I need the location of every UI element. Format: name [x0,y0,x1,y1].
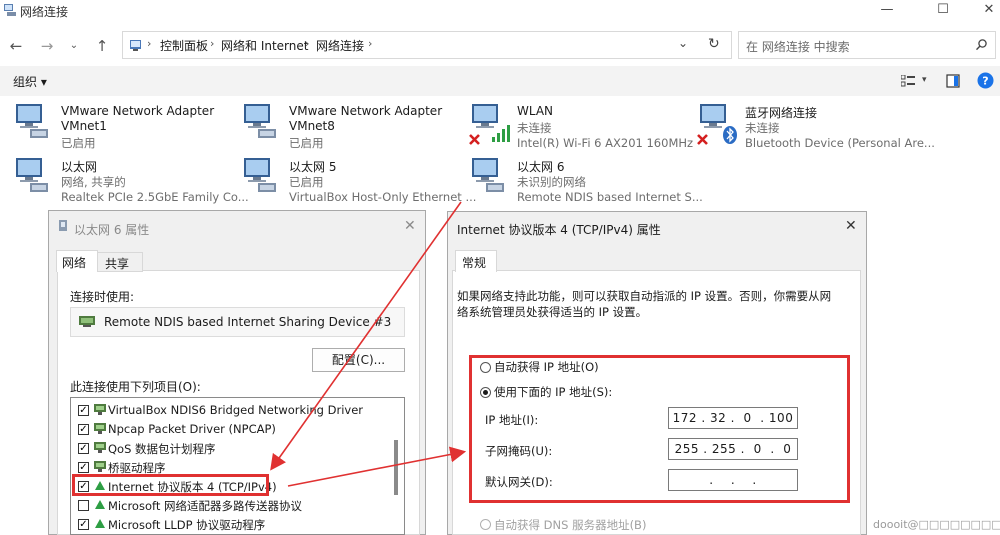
auto-dns-label[interactable]: 自动获得 DNS 服务器地址(B) [494,517,646,533]
connection-name[interactable]: WLAN [517,104,553,118]
items-label: 此连接使用下列项目(O): [70,380,201,394]
connection-name[interactable]: 以太网 6 [517,158,564,175]
adapter-device-icon [79,316,95,327]
highlight-box-ip-settings [469,355,850,503]
connection-device: Realtek PCIe 2.5GbE Family Co... [61,190,249,204]
view-options-icon[interactable] [901,75,915,87]
up-button[interactable]: ↑ [92,36,112,56]
close-dialog-button[interactable]: ✕ [845,218,857,234]
organize-menu[interactable]: 组织 ▾ [13,73,47,90]
network-service-icon [94,442,106,453]
item-checkbox[interactable]: ✓ [78,462,89,473]
adapter-icon [59,220,67,231]
breadcrumb-separator: › [368,37,373,50]
close-window-button[interactable]: ✕ [966,0,1000,22]
address-history-chevron-icon[interactable]: ⌄ [678,36,688,50]
item-checkbox[interactable]: ✓ [78,519,89,530]
help-icon[interactable]: ? [977,72,994,89]
list-item[interactable]: Microsoft LLDP 协议驱动程序 [108,517,265,533]
item-checkbox[interactable]: ✓ [78,443,89,454]
auto-dns-radio[interactable] [480,519,491,530]
svg-text:?: ? [982,75,988,88]
back-button[interactable]: ← [6,36,26,56]
tab-network-label: 网络 [62,256,87,270]
connection-name[interactable]: 以太网 5 [289,158,336,175]
forward-button[interactable]: → [37,36,57,56]
network-service-icon [94,404,106,415]
connection-status: 未连接 [517,121,552,135]
breadcrumb-separator: › [147,37,152,50]
watermark-text: doooit@□□□□□□□□ [873,518,1000,531]
dialog-title: Internet 协议版本 4 (TCP/IPv4) 属性 [457,223,661,237]
search-icon[interactable] [975,38,988,51]
tab-sharing-label: 共享 [105,257,130,271]
dialog-title: 以太网 6 属性 [74,223,150,237]
connection-device: Remote NDIS based Internet S... [517,190,703,204]
connection-status: 已启用 [61,136,96,150]
breadcrumb-network-internet[interactable]: 网络和 Internet [221,37,308,54]
maximize-button[interactable]: ☐ [920,0,966,22]
item-checkbox[interactable]: ✓ [78,424,89,435]
close-dialog-button[interactable]: ✕ [404,218,416,234]
refresh-icon[interactable]: ↻ [708,36,720,52]
highlight-box-ipv4-item [72,474,269,496]
connection-device: VirtualBox Host-Only Ethernet ... [289,190,477,204]
list-item[interactable]: VirtualBox NDIS6 Bridged Networking Driv… [108,403,363,417]
adapter-name: Remote NDIS based Internet Sharing Devic… [104,315,392,329]
title-bar [0,0,1000,22]
command-bar [0,66,1000,96]
connection-name[interactable]: VMware Network Adapter [289,104,442,118]
recent-locations-chevron-icon[interactable]: ⌄ [64,36,84,56]
list-item[interactable]: QoS 数据包计划程序 [108,441,216,457]
window-title: 网络连接 [20,5,69,19]
breadcrumb-network-connections[interactable]: 网络连接 [316,37,364,54]
breadcrumb-control-panel[interactable]: 控制面板 [160,37,208,54]
list-item[interactable]: Npcap Packet Driver (NPCAP) [108,422,276,436]
item-checkbox[interactable]: ✓ [78,405,89,416]
connection-name[interactable]: 蓝牙网络连接 [745,104,817,121]
bluetooth-adapter-icon[interactable] [696,103,740,147]
connection-status: 未连接 [745,121,780,135]
search-input[interactable]: 在 网络连接 中搜索 [746,38,850,55]
control-panel-icon [130,40,141,51]
list-scrollbar[interactable] [394,440,398,495]
breadcrumb-separator: › [210,37,215,50]
view-dropdown-icon[interactable]: ▾ [922,75,927,85]
network-service-icon [94,461,106,472]
network-service-icon [94,423,106,434]
minimize-button[interactable]: — [864,0,910,22]
item-checkbox[interactable] [78,500,89,511]
connection-name-line2[interactable]: VMnet8 [289,119,335,133]
configure-button[interactable]: 配置(C)... [312,348,405,372]
protocol-icon [95,519,105,528]
connection-status: 未识别的网络 [517,175,586,189]
connection-name[interactable]: 以太网 [61,158,97,175]
protocol-icon [95,500,105,509]
connection-name-line2[interactable]: VMnet1 [61,119,107,133]
connection-status: 已启用 [289,136,324,150]
tab-general-label: 常规 [462,256,487,270]
preview-pane-icon[interactable] [946,74,960,88]
ethernet-adapter-icon[interactable] [12,103,56,141]
ethernet-adapter-icon[interactable] [12,157,56,195]
breadcrumb-separator: › [305,37,310,50]
connection-status: 已启用 [289,175,324,189]
connection-device: Bluetooth Device (Personal Are... [745,136,935,150]
ethernet-adapter-icon[interactable] [468,157,512,195]
description-line-1: 如果网络支持此功能，则可以获取自动指派的 IP 设置。否则，你需要从网 [457,289,832,303]
connection-status: 网络, 共享的 [61,175,126,189]
description-line-2: 络系统管理员处获得适当的 IP 设置。 [457,305,648,319]
connection-device: Intel(R) Wi-Fi 6 AX201 160MHz [517,136,694,150]
connection-name[interactable]: VMware Network Adapter [61,104,214,118]
list-item[interactable]: Microsoft 网络适配器多路传送器协议 [108,498,302,514]
network-connections-icon [4,4,16,16]
wifi-adapter-icon[interactable] [468,103,512,147]
ethernet-adapter-icon[interactable] [240,103,284,141]
connect-using-label: 连接时使用: [70,290,135,304]
ethernet-adapter-icon[interactable] [240,157,284,195]
